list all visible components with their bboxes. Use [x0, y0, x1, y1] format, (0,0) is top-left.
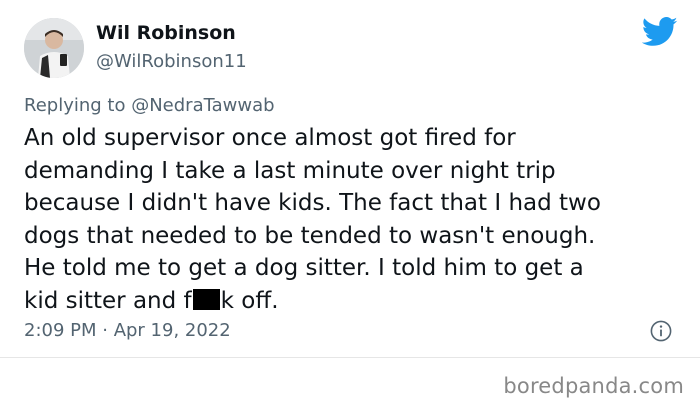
twitter-bird-icon[interactable]	[642, 17, 678, 47]
tweet-line-last: kid sitter and f k off.	[24, 285, 688, 318]
user-handle[interactable]: @WilRobinson11	[96, 51, 247, 72]
avatar[interactable]	[24, 18, 84, 78]
tweet-line: dogs that needed to be tended to wasn't …	[24, 222, 596, 249]
profile-photo-icon	[24, 18, 84, 78]
info-icon[interactable]	[650, 320, 672, 342]
censor-block	[192, 288, 220, 310]
replying-to-line: Replying to @NedraTawwab	[24, 95, 275, 116]
footer-divider	[0, 357, 700, 358]
tweet-timestamp[interactable]: 2:09 PM · Apr 19, 2022	[24, 320, 231, 341]
reply-target-link[interactable]: @NedraTawwab	[131, 95, 274, 116]
tweet-line-after-censor: k off.	[220, 287, 279, 314]
tweet-text: An old supervisor once almost got fired …	[24, 122, 688, 317]
tweet-line-before-censor: kid sitter and f	[24, 287, 192, 314]
tweet-line: because I didn't have kids. The fact tha…	[24, 190, 601, 216]
display-name[interactable]: Wil Robinson	[96, 22, 236, 44]
tweet-line: demanding I take a last minute over nigh…	[24, 157, 556, 184]
replying-to-label: Replying to	[24, 95, 126, 116]
tweet-line: An old supervisor once almost got fired …	[24, 125, 516, 151]
watermark: boredpanda.com	[503, 374, 684, 398]
tweet-line: He told me to get a dog sitter. I told h…	[24, 255, 584, 281]
